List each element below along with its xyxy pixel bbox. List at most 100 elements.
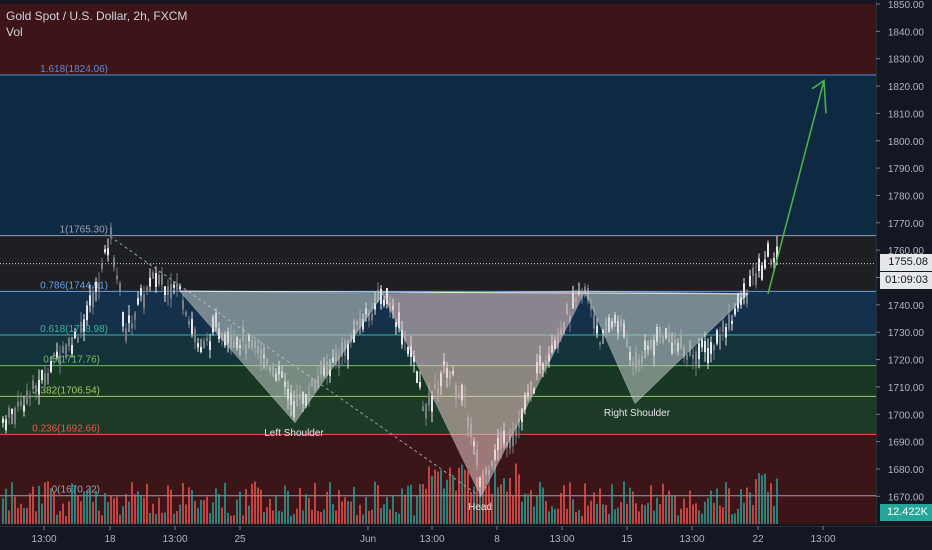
- volume-bar: [428, 466, 430, 524]
- volume-bar: [143, 497, 145, 524]
- candle-body: [758, 258, 760, 272]
- price-tick-label: 1830.00: [888, 55, 925, 66]
- volume-bar: [524, 493, 526, 524]
- candle-body: [185, 311, 187, 316]
- volume-bar: [776, 478, 778, 524]
- symbol-title: Gold Spot / U.S. Dollar, 2h, FXCM: [6, 9, 188, 23]
- candle-body: [686, 354, 688, 360]
- candle-body: [47, 373, 49, 384]
- candle-body: [134, 312, 136, 320]
- volume-bar: [356, 515, 358, 524]
- candle-body: [152, 272, 154, 279]
- volume-bar: [365, 496, 367, 524]
- volume-indicator-label[interactable]: Vol: [6, 25, 23, 39]
- time-tick-label: 13:00: [162, 534, 187, 545]
- candle-body: [17, 401, 19, 407]
- candle-body: [206, 337, 208, 342]
- volume-bar: [380, 508, 382, 524]
- candle-body: [8, 407, 10, 418]
- volume-bar: [26, 508, 28, 524]
- candle-body: [200, 346, 202, 353]
- last-price-tag: 1755.08: [880, 254, 932, 271]
- chart-window[interactable]: 1.618(1824.06) 1(1765.30) 0.786(1744.91) 0.…: [0, 0, 932, 550]
- volume-bar: [53, 491, 55, 524]
- candle-body: [713, 345, 715, 351]
- volume-bar: [677, 515, 679, 524]
- volume-bar: [557, 508, 559, 524]
- volume-bar: [323, 509, 325, 524]
- candle-body: [32, 380, 34, 390]
- candle-body: [146, 286, 148, 291]
- volume-bar: [65, 515, 67, 524]
- candle-body: [422, 406, 424, 412]
- volume-bar: [62, 503, 64, 524]
- volume-bar: [80, 501, 82, 524]
- volume-bar: [59, 510, 61, 524]
- candle-body: [698, 343, 700, 360]
- volume-bar: [584, 483, 586, 524]
- volume-bar: [386, 497, 388, 524]
- volume-bar: [596, 503, 598, 524]
- volume-bar: [146, 483, 148, 524]
- candle-body: [5, 419, 7, 431]
- candle-body: [2, 418, 4, 423]
- volume-bar: [197, 508, 199, 524]
- volume-bar: [548, 511, 550, 524]
- volume-bar: [95, 490, 97, 524]
- fib-level-label: 0.786(1744.91): [40, 280, 108, 291]
- time-tick-label: 13:00: [31, 534, 56, 545]
- volume-bar: [758, 473, 760, 524]
- volume-bar: [692, 504, 694, 524]
- candle-body: [143, 294, 145, 309]
- volume-bar: [374, 481, 376, 524]
- time-tick-label: 13:00: [810, 534, 835, 545]
- time-tick-label: 25: [234, 534, 246, 545]
- volume-bar: [71, 483, 73, 524]
- candle-body: [125, 328, 127, 342]
- volume-bar: [107, 502, 109, 524]
- candle-body: [137, 297, 139, 305]
- volume-bar: [668, 490, 670, 524]
- price-tick-label: 1670.00: [888, 492, 925, 503]
- chart-canvas[interactable]: 1.618(1824.06) 1(1765.30) 0.786(1744.91) 0.…: [0, 0, 932, 550]
- candle-body: [119, 283, 121, 292]
- volume-bar: [560, 492, 562, 524]
- volume-bar: [377, 485, 379, 524]
- volume-bar: [347, 501, 349, 524]
- volume-bar: [230, 515, 232, 524]
- candle-body: [593, 314, 595, 329]
- volume-bar: [569, 482, 571, 524]
- volume-bar: [542, 487, 544, 524]
- candle-body: [113, 257, 115, 268]
- volume-bar: [722, 507, 724, 524]
- candle-body: [761, 265, 763, 280]
- volume-bar: [20, 503, 22, 524]
- volume-bar: [209, 513, 211, 524]
- volume-bar: [35, 511, 37, 524]
- time-tick-label: 13:00: [549, 534, 574, 545]
- bar-countdown-tag: 01:09:03: [880, 272, 932, 289]
- candle-body: [77, 337, 79, 343]
- volume-bar: [296, 508, 298, 524]
- volume-bar: [590, 500, 592, 524]
- volume-bar: [311, 509, 313, 524]
- price-tick-label: 1800.00: [888, 137, 925, 148]
- volume-bar: [50, 488, 52, 524]
- price-tick-label: 1820.00: [888, 82, 925, 93]
- volume-bar: [743, 502, 745, 524]
- volume-bar: [68, 501, 70, 524]
- candle-body: [719, 335, 721, 350]
- volume-bar: [407, 485, 409, 524]
- volume-bar: [632, 491, 634, 524]
- price-tick-label: 1850.00: [888, 0, 925, 11]
- candle-body: [188, 320, 190, 325]
- volume-bar: [287, 490, 289, 524]
- candle-body: [44, 373, 46, 386]
- volume-bar: [713, 502, 715, 524]
- volume-bar: [275, 494, 277, 524]
- volume-bar: [239, 491, 241, 524]
- volume-bar: [260, 489, 262, 524]
- candle-body: [773, 258, 775, 263]
- time-axis[interactable]: [0, 526, 932, 550]
- volume-bar: [29, 493, 31, 524]
